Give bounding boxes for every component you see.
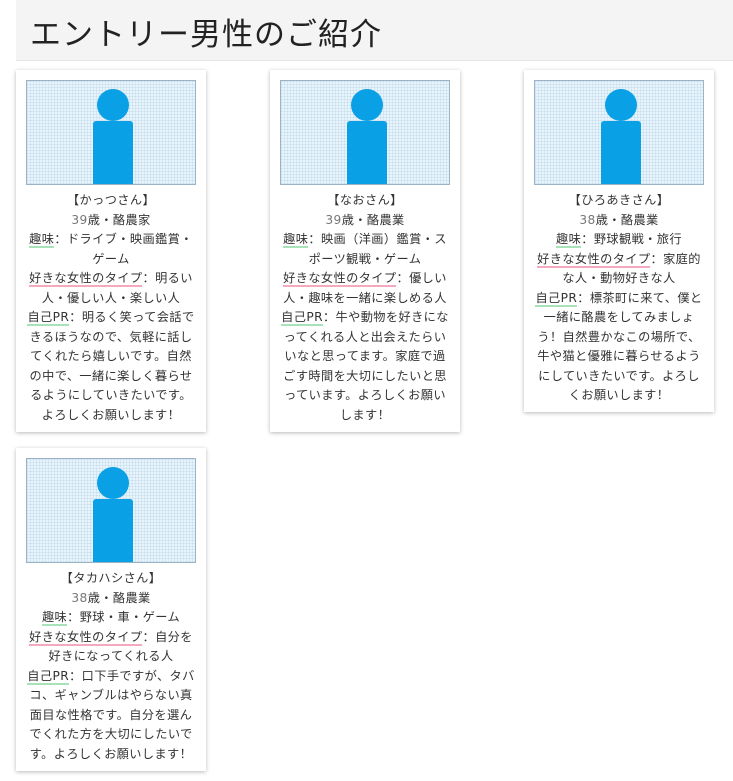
profile-photo — [534, 80, 704, 185]
type-label: 好きな女性のタイプ — [283, 271, 397, 287]
pr-label: 自己PR — [27, 668, 70, 685]
profile-photo — [26, 458, 196, 563]
entry-pr: 自己PR：口下手ですが、タバコ、ギャンブルはやらない真面目な性格です。自分を選ん… — [27, 668, 195, 761]
entry-age: 38 — [579, 212, 596, 227]
entry-type: 好きな女性のタイプ：明るい人・優しい人・楽しい人 — [29, 271, 193, 305]
entry-hobby: 趣味：ドライブ・映画鑑賞・ゲーム — [29, 232, 193, 266]
entry-info: 【かっつさん】 39歳・酪農家 趣味：ドライブ・映画鑑賞・ゲーム 好きな女性のタ… — [26, 191, 196, 425]
pr-label: 自己PR — [535, 290, 578, 307]
entry-info: 【なおさん】 39歳・酪農業 趣味：映画（洋画）鑑賞・スポーツ観戦・ゲーム 好き… — [280, 191, 450, 425]
hobby-value: ドライブ・映画鑑賞・ゲーム — [66, 232, 193, 266]
hobby-value: 映画（洋画）鑑賞・スポーツ観戦・ゲーム — [308, 232, 447, 266]
entry-type: 好きな女性のタイプ：優しい人・趣味を一緒に楽しめる人 — [283, 271, 447, 305]
pr-label: 自己PR — [27, 310, 70, 326]
entry-name: 【ひろあきさん】 — [568, 193, 670, 207]
entry-card: 【ひろあきさん】 38歳・酪農業 趣味：野球観戦・旅行 好きな女性のタイプ：家庭… — [524, 70, 714, 412]
entry-card: 【かっつさん】 39歳・酪農家 趣味：ドライブ・映画鑑賞・ゲーム 好きな女性のタ… — [16, 70, 206, 432]
hobby-label: 趣味 — [41, 610, 68, 626]
hobby-label: 趣味 — [29, 232, 55, 248]
entry-age: 39 — [71, 212, 88, 227]
entry-age-line: 39歳・酪農業 — [280, 211, 450, 231]
entry-occupation: 歳・酪農家 — [87, 212, 151, 227]
entry-pr: 自己PR：牛や動物を好きになってくれる人と出会えたらいいなと思ってます。家庭で過… — [281, 310, 449, 422]
entry-name: 【タカハシさん】 — [60, 571, 162, 585]
entry-age-line: 38歳・酪農業 — [26, 589, 196, 609]
entry-age-line: 38歳・酪農業 — [534, 211, 704, 231]
type-label: 好きな女性のタイプ — [29, 271, 143, 287]
page-title: エントリー男性のご紹介 — [30, 17, 382, 53]
entry-hobby: 趣味：野球観戦・旅行 — [556, 232, 682, 248]
entry-info: 【タカハシさん】 38歳・酪農業 趣味：野球・車・ゲーム 好きな女性のタイプ：自… — [26, 569, 196, 764]
entry-age-line: 39歳・酪農家 — [26, 211, 196, 231]
pr-label: 自己PR — [281, 310, 323, 326]
entry-pr: 自己PR：標茶町に来て、僕と一緒に酪農をしてみましょう！自然豊かなこの場所で、牛… — [535, 290, 703, 403]
entry-card: 【タカハシさん】 38歳・酪農業 趣味：野球・車・ゲーム 好きな女性のタイプ：自… — [16, 448, 206, 771]
entry-age: 39 — [325, 212, 342, 227]
profile-photo — [26, 80, 196, 185]
entry-occupation: 歳・酪農業 — [87, 590, 151, 605]
pr-value: 牛や動物を好きになってくれる人と出会えたらいいなと思ってます。家庭で過ごす時間を… — [283, 310, 449, 422]
entry-hobby: 趣味：野球・車・ゲーム — [41, 610, 181, 626]
entry-type: 好きな女性のタイプ：自分を好きになってくれる人 — [29, 629, 193, 663]
entry-occupation: 歳・酪農業 — [341, 212, 405, 227]
page-header: エントリー男性のご紹介 — [16, 0, 733, 61]
entry-card: 【なおさん】 39歳・酪農業 趣味：映画（洋画）鑑賞・スポーツ観戦・ゲーム 好き… — [270, 70, 460, 432]
entry-info: 【ひろあきさん】 38歳・酪農業 趣味：野球観戦・旅行 好きな女性のタイプ：家庭… — [534, 191, 704, 406]
entry-occupation: 歳・酪農業 — [595, 212, 659, 227]
hobby-label: 趣味 — [556, 232, 582, 248]
entry-name: 【かっつさん】 — [66, 193, 156, 207]
entry-hobby: 趣味：映画（洋画）鑑賞・スポーツ観戦・ゲーム — [283, 232, 447, 266]
type-label: 好きな女性のタイプ — [29, 629, 143, 646]
entry-age: 38 — [71, 590, 88, 605]
pr-value: 明るく笑って会話できるほうなので、気軽に話してくれたら嬉しいです。自然の中で、一… — [29, 310, 195, 422]
hobby-value: 野球観戦・旅行 — [593, 232, 682, 246]
hobby-value: 野球・車・ゲーム — [79, 610, 181, 624]
profile-photo — [280, 80, 450, 185]
entry-name: 【なおさん】 — [327, 193, 403, 207]
type-label: 好きな女性のタイプ — [537, 251, 651, 268]
hobby-label: 趣味 — [283, 232, 309, 248]
pr-value: 標茶町に来て、僕と一緒に酪農をしてみましょう！自然豊かなこの場所で、牛や猫と優雅… — [537, 290, 703, 403]
entry-type: 好きな女性のタイプ：家庭的な人・動物好きな人 — [537, 251, 701, 285]
entry-pr: 自己PR：明るく笑って会話できるほうなので、気軽に話してくれたら嬉しいです。自然… — [27, 310, 195, 422]
